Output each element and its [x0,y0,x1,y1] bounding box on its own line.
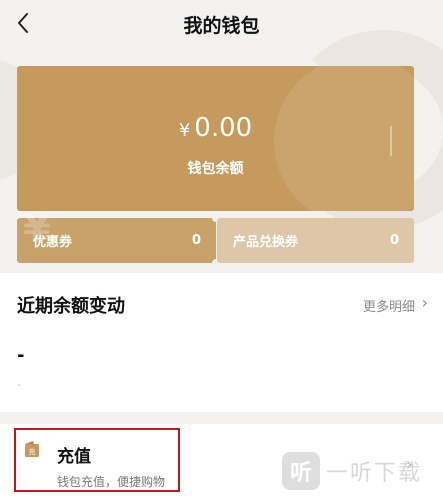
coupon-count: 0 [191,233,201,248]
section-divider [0,412,443,424]
recent-change-value: - [17,345,25,366]
recharge-title: 充值 [57,447,91,467]
exchange-voucher-tile[interactable]: 产品兑换券 0 [217,218,414,263]
yen-watermark-icon: ¥ [23,206,51,252]
coupon-tile[interactable]: ¥ 优惠券 0 [17,206,216,263]
recharge-subtitle: 钱包充值，便捷购物 [57,475,166,489]
site-watermark: 听 一听下载 [282,452,422,490]
recent-balance-title: 近期余额变动 [17,296,125,317]
more-details-link[interactable]: 更多明细 [363,296,415,315]
wallet-icon: 充 [24,440,40,458]
currency-symbol: ¥ [178,120,191,141]
page-title: 我的钱包 [183,15,260,37]
chevron-right-icon[interactable]: › [422,293,428,312]
wallet-header-area: 我的钱包 ¥0.00 钱包余额 ¥ 优惠券 0 产品兑换券 0 [0,0,443,273]
balance-amount: ¥0.00 [17,113,414,143]
wallet-icon-text: 充 [29,447,36,456]
wallet-balance-card: ¥0.00 钱包余额 [17,66,414,211]
exchange-voucher-count: 0 [389,233,399,248]
watermark-text: 一听下载 [326,461,423,486]
balance-value: 0.00 [194,113,253,143]
balance-label: 钱包余额 [187,161,244,177]
recharge-button[interactable]: 充 充值 钱包充值，便捷购物 [14,428,180,492]
watermark-logo-icon: 听 [282,452,320,490]
recent-change-subvalue: - [17,380,21,391]
exchange-voucher-label: 产品兑换券 [233,235,299,250]
